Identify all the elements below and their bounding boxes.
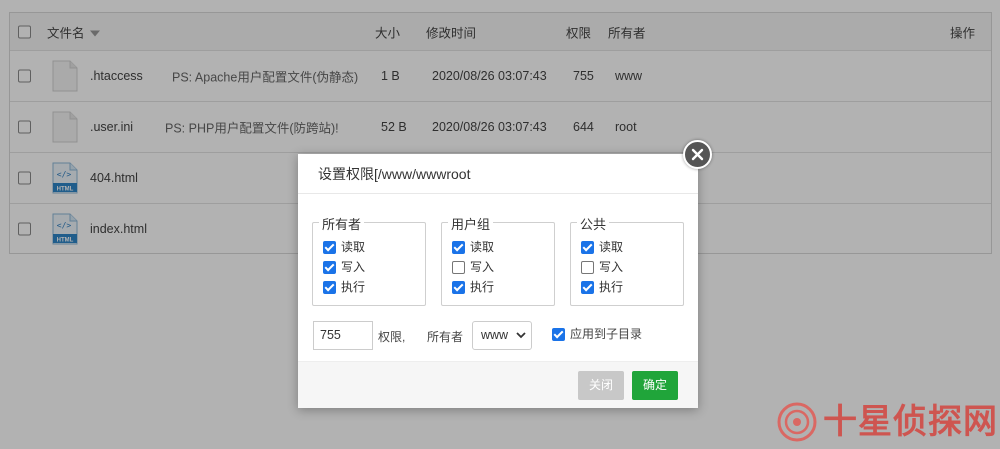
group-legend: 公共 — [577, 214, 610, 233]
dialog-title: 设置权限[/www/wwwroot — [298, 154, 698, 194]
permission-dialog: 设置权限[/www/wwwroot 所有者 读取 写入 执行 用户组 读取 写入… — [298, 154, 698, 408]
group-legend: 所有者 — [319, 214, 365, 233]
owner-select[interactable]: www — [472, 321, 532, 350]
close-button[interactable]: 关闭 — [578, 371, 624, 400]
permission-mode-input[interactable]: 755 — [313, 321, 373, 350]
owner-permissions-group: 所有者 读取 写入 执行 — [312, 214, 426, 306]
watermark-logo-icon — [777, 402, 817, 442]
owner-label: 所有者 — [427, 330, 464, 344]
permission-label: 权限, — [378, 330, 406, 344]
confirm-button[interactable]: 确定 — [632, 371, 678, 400]
dialog-close-icon[interactable] — [683, 140, 712, 169]
chevron-down-icon — [516, 332, 526, 339]
dialog-footer: 关闭 确定 — [298, 361, 698, 408]
group-legend: 用户组 — [448, 214, 494, 233]
group-permissions-group: 用户组 读取 写入 执行 — [441, 214, 555, 306]
public-permissions-group: 公共 读取 写入 执行 — [570, 214, 684, 306]
watermark-text: 十星侦探网 — [823, 403, 998, 441]
